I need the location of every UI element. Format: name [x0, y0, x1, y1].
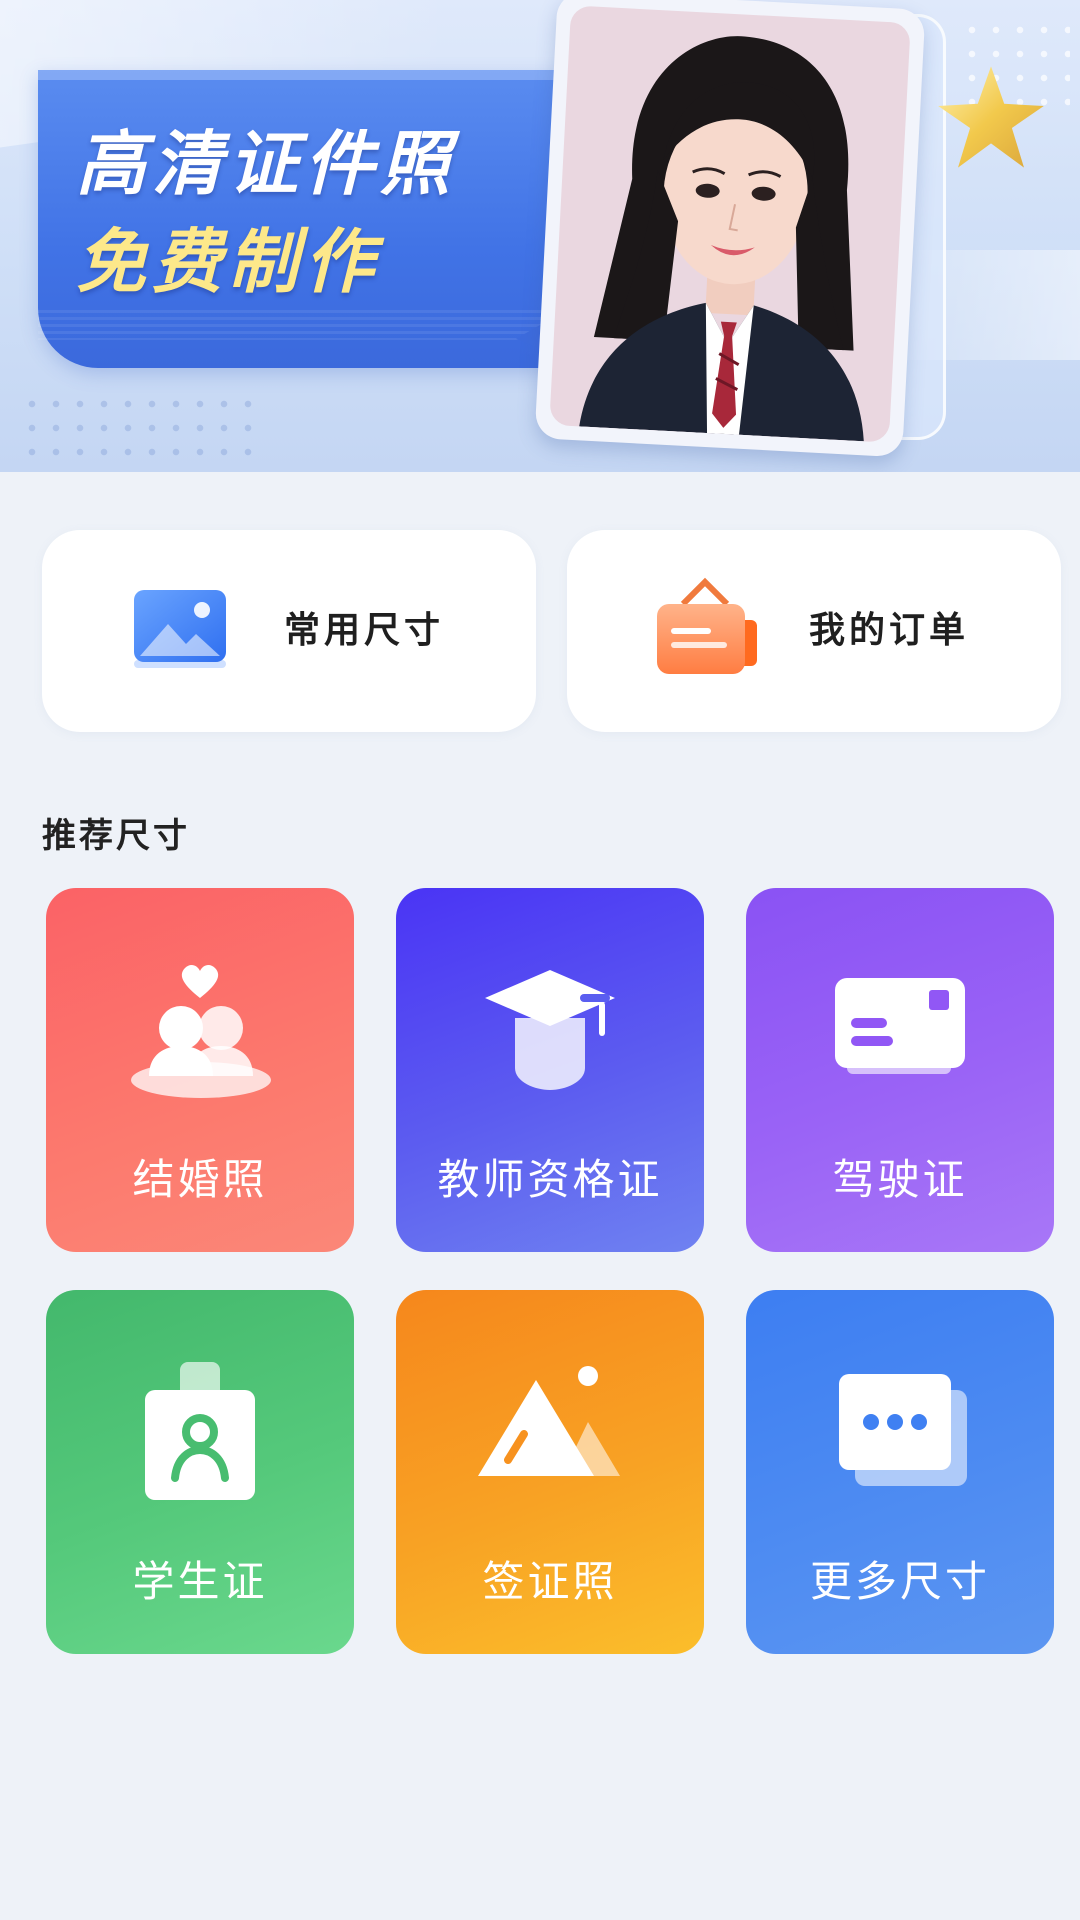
my-orders-label: 我的订单: [809, 610, 970, 651]
banner-ribbon: [38, 70, 598, 368]
more-dots-icon: [839, 1374, 967, 1486]
tile-label: 更多尺寸: [809, 1557, 990, 1606]
couple-heart-icon: [131, 964, 271, 1098]
student-badge-icon: [145, 1362, 255, 1500]
image-icon: [134, 590, 226, 668]
graduation-cap-icon: [485, 970, 615, 1090]
portrait-image: [549, 5, 911, 443]
mountain-image-icon: [478, 1366, 620, 1476]
license-card-icon: [835, 978, 965, 1074]
tile-wedding-photo[interactable]: 结婚照: [46, 888, 354, 1252]
banner-dot-pattern: [20, 392, 260, 462]
common-sizes-label: 常用尺寸: [284, 610, 445, 651]
tile-label: 签证照: [482, 1557, 618, 1606]
section-title: 推荐尺寸: [42, 816, 190, 856]
tile-label: 结婚照: [132, 1155, 268, 1204]
promo-banner[interactable]: 高清证件照 免费制作: [0, 0, 1080, 472]
order-bag-icon: [657, 577, 757, 674]
star-icon: [938, 66, 1044, 168]
banner-headline-line2: 免费制作: [76, 221, 380, 303]
tile-visa-photo[interactable]: 签证照: [396, 1290, 704, 1654]
tile-label: 驾驶证: [832, 1155, 968, 1204]
tile-teacher-certificate[interactable]: 教师资格证: [396, 888, 704, 1252]
tile-driver-license[interactable]: 驾驶证: [746, 888, 1054, 1252]
tile-label: 学生证: [132, 1557, 268, 1606]
sample-id-photo: [534, 0, 926, 458]
tile-more-sizes[interactable]: 更多尺寸: [746, 1290, 1054, 1654]
my-orders-card[interactable]: 我的订单: [567, 530, 1061, 732]
common-sizes-card[interactable]: 常用尺寸: [42, 530, 536, 732]
tile-student-id[interactable]: 学生证: [46, 1290, 354, 1654]
tile-label: 教师资格证: [437, 1155, 663, 1204]
banner-headline-line1: 高清证件照: [76, 123, 456, 205]
